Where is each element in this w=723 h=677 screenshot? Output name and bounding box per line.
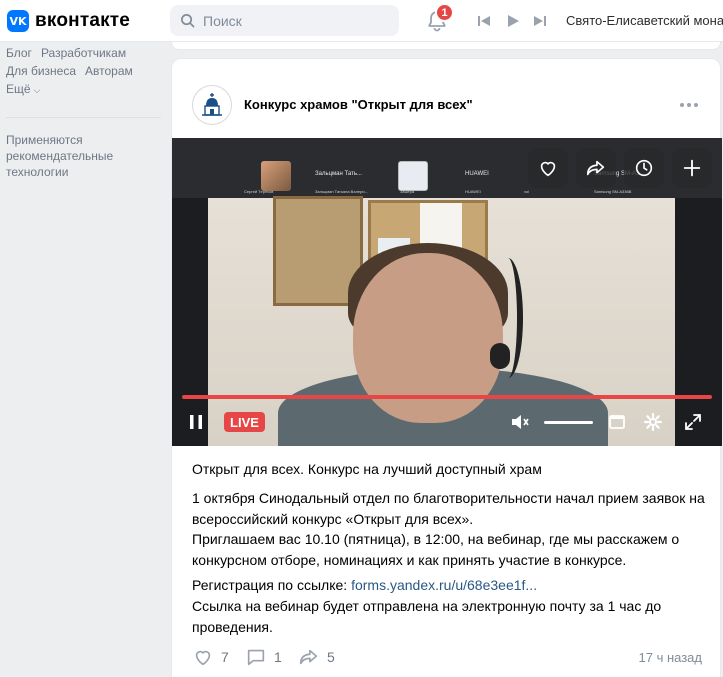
settings-gear-icon[interactable] — [643, 412, 663, 432]
share-arrow-icon — [299, 649, 318, 665]
post-text-registration: Регистрация по ссылке: forms.yandex.ru/u… — [192, 575, 712, 596]
participant-name: HUAWEI — [465, 171, 489, 177]
post-more-icon[interactable] — [680, 103, 698, 107]
community-avatar[interactable] — [192, 85, 232, 125]
registration-link[interactable]: forms.yandex.ru/u/68e3ee1f... — [351, 577, 537, 593]
post-text-paragraph: 1 октября Синодальный отдел по благотвор… — [192, 490, 705, 527]
volume-slider[interactable] — [544, 421, 593, 424]
previous-post-edge — [171, 42, 721, 50]
heart-icon — [195, 650, 211, 666]
participant-caption: HUAWEI — [465, 189, 481, 194]
share-video-button[interactable] — [576, 148, 616, 188]
post-timestamp[interactable]: 17 ч назад — [639, 650, 703, 665]
heart-icon — [540, 161, 556, 177]
post-text-heading: Открыт для всех. Конкурс на лучший досту… — [192, 461, 542, 477]
like-video-button[interactable] — [528, 148, 568, 188]
post-card: Конкурс храмов "Открыт для всех" Зальцма… — [171, 58, 722, 677]
recommendations-note[interactable]: Применяются рекомендательные технологии — [6, 132, 146, 180]
footer-links: Блог Разработчикам Для бизнеса Авторам Ещё… — [6, 44, 166, 99]
notifications-badge: 1 — [435, 3, 454, 22]
chevron-down-icon: ⌵ — [33, 85, 41, 95]
post-author-title[interactable]: Конкурс храмов "Открыт для всех" — [244, 97, 473, 112]
participant-thumbnail — [398, 161, 428, 191]
previous-track-icon[interactable] — [477, 14, 491, 28]
like-count: 7 — [221, 649, 229, 665]
search-box[interactable] — [170, 5, 399, 36]
search-icon — [181, 14, 195, 28]
comment-count: 1 — [274, 649, 282, 665]
clock-icon — [635, 159, 653, 177]
now-playing-title[interactable]: Свято-Елисаветский мона — [566, 13, 723, 28]
vk-logo-mark: VK — [7, 10, 29, 32]
plus-icon — [683, 159, 701, 177]
share-count: 5 — [327, 649, 335, 665]
registration-label: Регистрация по ссылке: — [192, 577, 352, 593]
more-menu[interactable]: Ещё ⌵ — [6, 80, 166, 99]
play-icon[interactable] — [506, 14, 520, 28]
add-video-button[interactable] — [672, 148, 712, 188]
comment-button[interactable]: 1 — [245, 646, 282, 668]
link-developers[interactable]: Разработчикам — [41, 46, 126, 60]
share-arrow-icon — [586, 160, 605, 176]
participant-caption: Заштра — [400, 189, 415, 194]
link-business[interactable]: Для бизнеса — [6, 64, 76, 78]
vk-logo-text: вконтакте — [35, 10, 131, 31]
participant-caption: Samsung SM-A336B — [594, 189, 632, 194]
link-authors[interactable]: Авторам — [85, 64, 133, 78]
church-logo-icon — [202, 93, 222, 116]
miniplayer-icon[interactable] — [607, 412, 627, 432]
share-button[interactable]: 5 — [298, 646, 335, 668]
watch-later-button[interactable] — [624, 148, 664, 188]
pause-icon[interactable] — [186, 412, 206, 432]
video-player[interactable]: Зальцман Тать... HUAWEI Samsung SM-A3...… — [172, 138, 722, 446]
search-input[interactable] — [203, 12, 383, 29]
video-controls: LIVE — [172, 406, 722, 440]
post-text-paragraph: Приглашаем вас 10.10 (пятница), в 12:00,… — [192, 531, 680, 568]
top-header: VK вконтакте 1 Свято-Елисаветский мона — [0, 0, 723, 42]
post-text-paragraph: Ссылка на вебинар будет отправлена на эл… — [192, 598, 662, 635]
vk-logo[interactable]: VK вконтакте — [7, 10, 130, 32]
sidebar-divider — [6, 117, 161, 118]
left-sidebar: Блог Разработчикам Для бизнеса Авторам Ещё… — [6, 44, 166, 179]
post-actions: 7 1 5 17 ч назад — [192, 646, 702, 670]
next-track-icon[interactable] — [533, 14, 547, 28]
participant-caption: vol — [524, 189, 530, 194]
like-button[interactable]: 7 — [192, 646, 229, 668]
participant-caption: Зальцман Татьяна Валери... — [315, 189, 368, 194]
volume-icon[interactable] — [510, 412, 530, 432]
more-label: Ещё — [6, 82, 31, 96]
participant-name: Зальцман Тать... — [315, 171, 362, 177]
link-blog[interactable]: Блог — [6, 46, 32, 60]
participant-thumbnail — [261, 161, 291, 191]
live-badge: LIVE — [224, 412, 265, 432]
fullscreen-icon[interactable] — [683, 412, 703, 432]
video-progress-bar[interactable] — [182, 395, 712, 399]
comment-icon — [247, 649, 265, 666]
participant-caption: Сергей Терехов — [244, 189, 274, 194]
